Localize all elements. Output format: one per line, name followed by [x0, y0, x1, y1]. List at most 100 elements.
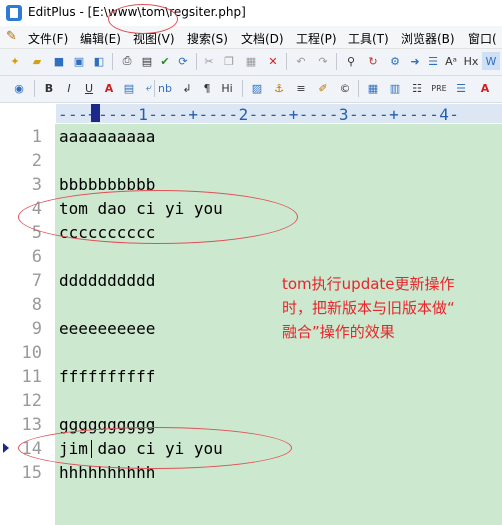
- code-line[interactable]: aaaaaaaaaa: [59, 127, 155, 146]
- hex-icon[interactable]: Hx: [462, 52, 480, 70]
- code-line[interactable]: tom dao ci yi you: [59, 199, 223, 218]
- break-icon[interactable]: ↲: [178, 79, 196, 97]
- toolbar-separator: [196, 53, 197, 70]
- code-line[interactable]: cccccccccc: [59, 223, 155, 242]
- ruler-cursor-marker: [91, 104, 100, 122]
- new-file-icon[interactable]: ✦: [6, 52, 24, 70]
- nbsp-button[interactable]: nb: [156, 79, 174, 97]
- line-number: 5: [31, 223, 42, 243]
- font-color-icon[interactable]: A: [100, 79, 118, 97]
- toolbar-separator: [34, 80, 35, 97]
- replace-icon[interactable]: ↻: [364, 52, 382, 70]
- refresh-icon[interactable]: ⟳: [174, 52, 192, 70]
- line-number: 11: [21, 367, 42, 387]
- menu-view[interactable]: 视图(V): [133, 30, 175, 47]
- paragraph-icon[interactable]: ▤: [120, 79, 138, 97]
- editplus-app-icon: [6, 5, 22, 21]
- heading-button[interactable]: Hi: [218, 79, 236, 97]
- code-line[interactable]: eeeeeeeeee: [59, 319, 155, 338]
- annotation-line-3: 融合”操作的效果: [282, 323, 395, 341]
- annotation-note: tom执行update更新操作 时，把新版本与旧版本做“ 融合”操作的效果: [282, 272, 502, 344]
- line-number: 2: [31, 151, 42, 171]
- div-icon[interactable]: ☰: [452, 79, 470, 97]
- toolbar-separator: [154, 80, 155, 97]
- print-icon[interactable]: ⎙: [118, 52, 136, 70]
- current-line-marker-icon: [3, 443, 9, 453]
- ftp-icon[interactable]: ◧: [90, 52, 108, 70]
- menu-search[interactable]: 搜索(S): [187, 30, 228, 47]
- style-icon[interactable]: A: [476, 79, 494, 97]
- redo-icon[interactable]: ↷: [314, 52, 332, 70]
- ruler-scale: ---+----1----+----2----+----3----+----4-: [58, 105, 460, 123]
- horizontal-rule-icon[interactable]: ≡: [292, 79, 310, 97]
- goto-icon[interactable]: ➜: [406, 52, 424, 70]
- open-folder-icon[interactable]: ▰: [28, 52, 46, 70]
- column-ruler: ---+----1----+----2----+----3----+----4-: [0, 103, 502, 125]
- font-size-icon[interactable]: Aᵃ: [442, 52, 460, 70]
- toolbar-separator: [336, 53, 337, 70]
- toolbar-separator: [242, 80, 243, 97]
- toolbar-separator: [358, 80, 359, 97]
- delete-icon[interactable]: ✕: [264, 52, 282, 70]
- list-format-icon[interactable]: ☷: [408, 79, 426, 97]
- form-icon[interactable]: ▥: [386, 79, 404, 97]
- copy-icon[interactable]: ❐: [220, 52, 238, 70]
- menu-file[interactable]: 文件(F): [28, 30, 68, 47]
- color-picker-icon[interactable]: ✐: [314, 79, 332, 97]
- html-toolbar: ◉ B I U A ▤ ⤶ nb ↲ ¶ Hi ▨ ⚓ ≡ ✐ © ▦ ▥ ☷ …: [0, 76, 502, 103]
- cut-icon[interactable]: ✂: [200, 52, 218, 70]
- code-line[interactable]: hhhhhhhhhh: [59, 463, 155, 482]
- code-line[interactable]: ffffffffff: [59, 367, 155, 386]
- title-bar: EditPlus - [E:\www\tom\regsiter.php]: [0, 0, 502, 26]
- underline-icon[interactable]: U: [80, 79, 98, 97]
- anchor-icon[interactable]: ⚓: [270, 79, 288, 97]
- menu-tools[interactable]: 工具(T): [348, 30, 389, 47]
- line-number: 15: [21, 463, 42, 483]
- copyright-icon[interactable]: ©: [336, 79, 354, 97]
- line-number: 7: [31, 271, 42, 291]
- annotation-line-2: 时，把新版本与旧版本做“: [282, 299, 455, 317]
- line-number: 6: [31, 247, 42, 267]
- line-number: 10: [21, 343, 42, 363]
- pencil-icon: ✎: [6, 29, 17, 44]
- menu-window[interactable]: 窗口(: [468, 30, 497, 47]
- word-wrap-icon[interactable]: W: [482, 52, 500, 70]
- find-in-files-icon[interactable]: ⚙: [386, 52, 404, 70]
- undo-icon[interactable]: ↶: [292, 52, 310, 70]
- line-number: 13: [21, 415, 42, 435]
- paste-icon[interactable]: ▦: [242, 52, 260, 70]
- line-number: 9: [31, 319, 42, 339]
- toolbar-separator: [286, 53, 287, 70]
- line-number: 3: [31, 175, 42, 195]
- find-icon[interactable]: ⚲: [342, 52, 360, 70]
- line-number: 4: [31, 199, 42, 219]
- code-line[interactable]: bbbbbbbbbb: [59, 175, 155, 194]
- annotation-line-1: tom执行update更新操作: [282, 275, 455, 293]
- italic-icon[interactable]: I: [60, 79, 78, 97]
- image-icon[interactable]: ▨: [248, 79, 266, 97]
- menu-document[interactable]: 文档(D): [241, 30, 284, 47]
- text-cursor: [91, 440, 92, 458]
- browser-globe-icon[interactable]: ◉: [10, 79, 28, 97]
- menu-project[interactable]: 工程(P): [296, 30, 337, 47]
- save-icon[interactable]: ■: [50, 52, 68, 70]
- code-line[interactable]: jim dao ci yi you: [59, 439, 223, 458]
- line-number: 12: [21, 391, 42, 411]
- list-icon[interactable]: ☰: [424, 52, 442, 70]
- code-line[interactable]: dddddddddd: [59, 271, 155, 290]
- main-toolbar: ✦ ▰ ■ ▣ ◧ ⎙ ▤ ✔ ⟳ ✂ ❐ ▦ ✕ ↶ ↷ ⚲ ↻ ⚙ ➜ ☰ …: [0, 49, 502, 76]
- bold-icon[interactable]: B: [40, 79, 58, 97]
- menu-browser[interactable]: 浏览器(B): [401, 30, 455, 47]
- menu-edit[interactable]: 编辑(E): [80, 30, 121, 47]
- table-icon[interactable]: ▦: [364, 79, 382, 97]
- code-line[interactable]: gggggggggg: [59, 415, 155, 434]
- spell-check-icon[interactable]: ✔: [156, 52, 174, 70]
- menu-bar: ✎ 文件(F) 编辑(E) 视图(V) 搜索(S) 文档(D) 工程(P) 工具…: [0, 26, 502, 49]
- line-number: 8: [31, 295, 42, 315]
- window-title: EditPlus - [E:\www\tom\regsiter.php]: [28, 5, 246, 19]
- save-all-icon[interactable]: ▣: [70, 52, 88, 70]
- pre-icon[interactable]: PRE: [430, 79, 448, 97]
- pilcrow-icon[interactable]: ¶: [198, 79, 216, 97]
- ruler-track: ---+----1----+----2----+----3----+----4-: [56, 104, 502, 123]
- print-preview-icon[interactable]: ▤: [138, 52, 156, 70]
